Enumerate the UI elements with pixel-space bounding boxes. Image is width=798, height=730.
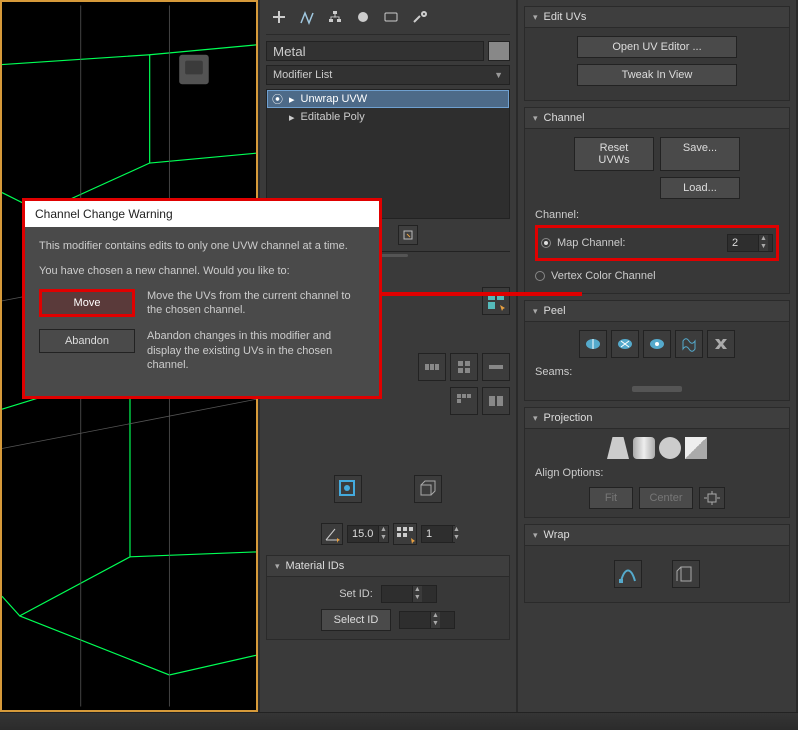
center-button[interactable]: Center bbox=[639, 487, 693, 509]
stack-item-editable-poly[interactable]: ▸ Editable Poly bbox=[267, 108, 509, 126]
channel-header[interactable]: Channel bbox=[525, 108, 789, 129]
utilities-tab-icon[interactable] bbox=[410, 8, 428, 26]
angle-icon[interactable] bbox=[321, 523, 343, 545]
mirror-sel-icon[interactable] bbox=[482, 387, 510, 415]
loop-sel-icon[interactable] bbox=[482, 353, 510, 381]
box-map-icon[interactable] bbox=[685, 437, 707, 459]
vertex-color-label: Vertex Color Channel bbox=[551, 270, 656, 282]
spin-down-icon[interactable]: ▼ bbox=[378, 534, 388, 542]
peel-header[interactable]: Peel bbox=[525, 301, 789, 322]
chevron-down-icon: ▼ bbox=[494, 70, 503, 80]
material-ids-rollout: Material IDs Set ID: ▲▼ Select ID ▲▼ bbox=[266, 555, 510, 640]
abandon-button[interactable]: Abandon bbox=[39, 329, 135, 353]
set-id-spinner[interactable]: ▲▼ bbox=[381, 585, 437, 603]
material-ids-header[interactable]: Material IDs bbox=[267, 556, 509, 577]
save-uvws-button[interactable]: Save... bbox=[660, 137, 740, 171]
create-tab-icon[interactable] bbox=[270, 8, 288, 26]
stack-item-unwrap[interactable]: ⦿ ▸ Unwrap UVW bbox=[267, 90, 509, 108]
modifier-list-label: Modifier List bbox=[273, 69, 332, 81]
abandon-description: Abandon changes in this modifier and dis… bbox=[147, 329, 365, 372]
quick-planar-icon[interactable] bbox=[334, 475, 362, 503]
projection-header[interactable]: Projection bbox=[525, 408, 789, 429]
fit-button[interactable]: Fit bbox=[589, 487, 633, 509]
seams-scroll-indicator bbox=[632, 386, 682, 392]
map-channel-spinner[interactable]: ▲▼ bbox=[727, 234, 773, 252]
spherical-map-icon[interactable] bbox=[659, 437, 681, 459]
align-gizmo-icon[interactable] bbox=[699, 487, 725, 509]
unfold-map-icon[interactable] bbox=[672, 560, 700, 588]
load-uvws-button[interactable]: Load... bbox=[660, 177, 740, 199]
snap-spinner[interactable]: ▲▼ bbox=[421, 525, 455, 543]
set-id-label: Set ID: bbox=[339, 588, 373, 600]
eye-icon[interactable]: ⦿ bbox=[272, 91, 283, 107]
expand-icon[interactable]: ▸ bbox=[289, 111, 295, 124]
hierarchy-tab-icon[interactable] bbox=[326, 8, 344, 26]
object-name-field[interactable] bbox=[266, 41, 484, 61]
select-id-button[interactable]: Select ID bbox=[321, 609, 391, 631]
ring-sel-icon[interactable] bbox=[450, 387, 478, 415]
modify-tab-icon[interactable] bbox=[298, 8, 316, 26]
move-description: Move the UVs from the current channel to… bbox=[147, 289, 365, 318]
channel-change-warning-dialog: Channel Change Warning This modifier con… bbox=[22, 198, 382, 399]
map-channel-highlight: Map Channel: ▲▼ bbox=[535, 225, 779, 261]
reset-uvws-button[interactable]: Reset UVWs bbox=[574, 137, 654, 171]
map-channel-label: Map Channel: bbox=[557, 237, 626, 249]
map-channel-radio[interactable] bbox=[541, 238, 551, 248]
command-panel-tabs bbox=[266, 6, 510, 35]
display-tab-icon[interactable] bbox=[382, 8, 400, 26]
configure-sets-button[interactable] bbox=[398, 225, 418, 245]
dialog-title: Channel Change Warning bbox=[25, 201, 379, 227]
dialog-text-1: This modifier contains edits to only one… bbox=[39, 239, 365, 254]
pelt-map-icon[interactable] bbox=[643, 330, 671, 358]
channel-section-label: Channel: bbox=[535, 209, 779, 221]
peel-reset-icon[interactable] bbox=[611, 330, 639, 358]
modifier-list-dropdown[interactable]: Modifier List ▼ bbox=[266, 65, 510, 85]
dialog-text-2: You have chosen a new channel. Would you… bbox=[39, 264, 365, 279]
edit-uvs-header[interactable]: Edit UVs bbox=[525, 7, 789, 28]
wrap-header[interactable]: Wrap bbox=[525, 525, 789, 546]
expand-icon[interactable]: ▸ bbox=[289, 93, 295, 106]
projection-rollout: Projection Align Options: Fit Center bbox=[524, 407, 790, 518]
object-color-swatch[interactable] bbox=[488, 41, 510, 61]
peel-quick-icon[interactable] bbox=[579, 330, 607, 358]
wrap-rollout: Wrap bbox=[524, 524, 790, 603]
motion-tab-icon[interactable] bbox=[354, 8, 372, 26]
grow-sel-icon[interactable] bbox=[418, 353, 446, 381]
spin-up-icon[interactable]: ▲ bbox=[378, 526, 388, 534]
quick-box-icon[interactable] bbox=[414, 475, 442, 503]
channel-rollout: Channel Reset UVWs Save... Load... Chann… bbox=[524, 107, 790, 294]
status-bar bbox=[0, 712, 798, 730]
align-options-label: Align Options: bbox=[535, 467, 779, 479]
planar-map-icon[interactable] bbox=[607, 437, 629, 459]
angle-spinner[interactable]: ▲▼ bbox=[347, 525, 389, 543]
cylindrical-map-icon[interactable] bbox=[633, 437, 655, 459]
spline-map-icon[interactable] bbox=[614, 560, 642, 588]
vertex-color-radio[interactable] bbox=[535, 271, 545, 281]
select-id-spinner[interactable]: ▲▼ bbox=[399, 611, 455, 629]
callout-line bbox=[382, 292, 582, 296]
tweak-in-view-button[interactable]: Tweak In View bbox=[577, 64, 737, 86]
pelt-hide-icon[interactable] bbox=[707, 330, 735, 358]
peel-rollout: Peel Seams: bbox=[524, 300, 790, 401]
open-uv-editor-button[interactable]: Open UV Editor ... bbox=[577, 36, 737, 58]
relax-icon[interactable] bbox=[675, 330, 703, 358]
shrink-sel-icon[interactable] bbox=[450, 353, 478, 381]
move-button[interactable]: Move bbox=[39, 289, 135, 317]
seams-label: Seams: bbox=[535, 366, 779, 378]
grid-snap-icon[interactable] bbox=[393, 523, 417, 545]
edit-uvs-rollout: Edit UVs Open UV Editor ... Tweak In Vie… bbox=[524, 6, 790, 101]
